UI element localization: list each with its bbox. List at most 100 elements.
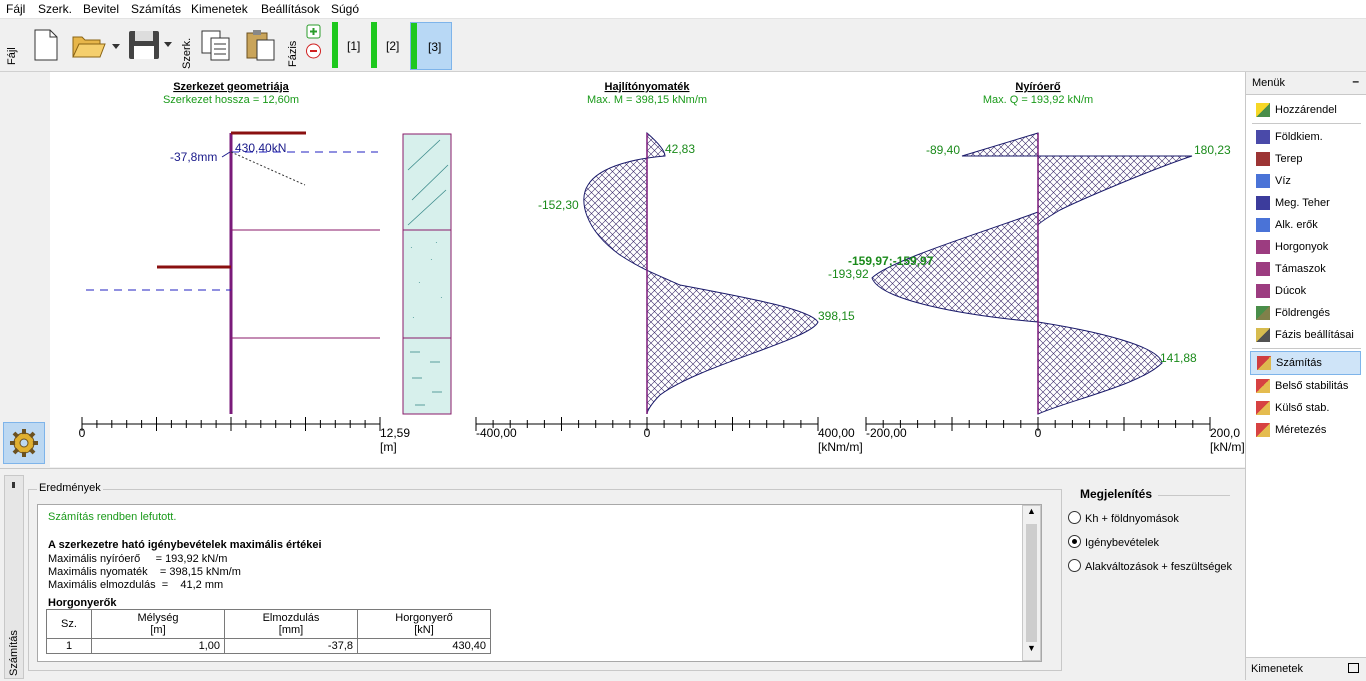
add-phase-icon[interactable] [306,24,321,39]
menu-outputs[interactable]: Kimenetek [191,2,248,16]
menu-bar: Fájl Szerk. Bevitel Számítás Kimenetek B… [0,0,1366,19]
shear-diagram-bottom [1037,321,1163,415]
shear-value-1: -89,40 [926,143,960,157]
menu-item-5[interactable]: Meg. Teher [1246,192,1366,214]
menu-help[interactable]: Súgó [331,2,359,16]
menu-item-3[interactable]: Terep [1246,148,1366,170]
menu-item-13[interactable]: Belső stabilitás [1246,375,1366,397]
shear-value-2: 180,23 [1194,143,1231,157]
menu-item-6[interactable]: Alk. erők [1246,214,1366,236]
menu-item-14[interactable]: Külső stab. [1246,397,1366,419]
phase-button-1[interactable]: [1] [332,22,370,68]
menu-item-label: Dúcok [1275,285,1307,297]
shear-axis-mid: 0 [1035,426,1042,440]
analysis-icon [1257,356,1271,370]
struts-icon [1256,284,1270,298]
moment-value-3: 398,15 [818,309,855,323]
moment-value-1: 42,83 [665,142,695,156]
open-folder-icon[interactable] [70,29,122,61]
results-heading: A szerkezetre ható igénybevételek maximá… [48,539,322,551]
paste-icon[interactable] [243,27,279,63]
anchor-table: Sz. Mélység [m] Elmozdulás [mm] Horgonyerő… [46,609,491,654]
scroll-up-icon[interactable]: ▲ [1023,506,1040,523]
menu-item-2[interactable]: Földkiem. [1246,126,1366,148]
table-row: 1 1,00 -37,8 430,40 [46,638,491,654]
menu-file[interactable]: Fájl [6,2,25,16]
side-tab[interactable]: Számítás [4,475,24,679]
displacement-arrow [221,151,231,158]
menu-item-11[interactable]: Fázis beállításai [1246,324,1366,346]
moment-diagram [583,131,819,415]
external-stability-icon [1256,401,1270,415]
menu-item-label: Hozzárendel [1275,104,1337,116]
phase-add-remove [306,24,321,59]
menu-item-10[interactable]: Földrengés [1246,302,1366,324]
geometry-axis-left: 0 [79,426,86,440]
display-option-2[interactable]: Igénybevételek [1068,535,1159,549]
radio-button[interactable] [1068,559,1081,572]
outputs-panel-header[interactable]: Kimenetek [1246,657,1366,680]
menu-separator [1252,123,1361,124]
display-option-1[interactable]: Kh + földnyomások [1068,511,1179,525]
collapse-icon[interactable]: – [1352,74,1359,88]
phase-button-3[interactable]: [3] [410,22,452,70]
shear-value-4: -193,92 [828,267,869,281]
shear-title: Nyíróerő [1015,81,1061,93]
display-option-3[interactable]: Alakváltozások + feszültségek [1068,559,1232,573]
moment-axis-unit: [kNm/m] [818,440,863,454]
results-scrollbar[interactable]: ▲ ▼ [1022,505,1041,661]
svg-text:·: · [418,278,421,287]
menu-item-label: Földrengés [1275,307,1331,319]
menu-settings[interactable]: Beállítások [261,2,320,16]
menu-item-label: Számítás [1276,357,1322,369]
shear-axis-unit: [kN/m] [1210,440,1245,454]
shear-axis-left: -200,00 [866,426,907,440]
menu-item-9[interactable]: Dúcok [1246,280,1366,302]
menu-item-12[interactable]: Számítás [1250,351,1361,375]
save-icon[interactable] [126,27,176,63]
menu-panel-header: Menük – [1246,72,1366,95]
menu-item-8[interactable]: Támaszok [1246,258,1366,280]
menu-item-label: Horgonyok [1275,241,1329,253]
menu-edit[interactable]: Szerk. [38,2,72,16]
table-header: Mélység [m] [91,609,225,639]
file-tab[interactable]: Fájl [6,47,18,65]
phase-tab[interactable]: Fázis [287,41,299,67]
maximize-icon[interactable] [1348,663,1359,673]
pin-icon[interactable] [12,482,15,488]
left-sidebar [0,72,50,467]
menu-analysis[interactable]: Számítás [131,2,181,16]
new-file-icon[interactable] [30,27,60,63]
settings-gear-icon[interactable] [3,422,45,464]
phase-button-2[interactable]: [2] [371,22,409,68]
menu-item-7[interactable]: Horgonyok [1246,236,1366,258]
menu-item-label: Meg. Teher [1275,197,1330,209]
anchor-forces-title: Horgonyerők [48,597,117,609]
copy-icon[interactable] [198,27,234,63]
props-icon [1256,262,1270,276]
remove-phase-icon[interactable] [306,43,321,59]
menu-item-4[interactable]: Víz [1246,170,1366,192]
earthquake-icon [1256,306,1270,320]
scroll-thumb[interactable] [1026,524,1037,642]
edit-tab[interactable]: Szerk. [181,38,193,69]
radio-button[interactable] [1068,535,1081,548]
menu-item-label: Fázis beállításai [1275,329,1354,341]
geometry-title: Szerkezet geometriája [173,81,289,93]
menu-item-label: Méretezés [1275,424,1327,436]
radio-button[interactable] [1068,511,1081,524]
water-icon [1256,174,1270,188]
moment-axis-left: -400,00 [476,426,517,440]
moment-axis-mid: 0 [644,426,651,440]
shear-value-3: -159,97;-159,97 [848,254,934,268]
soil-profile: ······ [402,133,452,415]
displacement-label: -37,8mm [170,150,217,164]
internal-stability-icon [1256,379,1270,393]
right-menu-panel: Menük – Hozzárendel Földkiem. Terep Víz Meg.… [1245,72,1366,680]
menu-item-1[interactable]: Hozzárendel [1246,99,1366,121]
scroll-down-icon[interactable]: ▼ [1023,643,1040,660]
menu-input[interactable]: Bevitel [83,2,119,16]
results-drawing: Szerkezet geometriája Szerkezet hossza =… [79,81,1245,454]
menu-item-15[interactable]: Méretezés [1246,419,1366,441]
assign-icon [1256,103,1270,117]
